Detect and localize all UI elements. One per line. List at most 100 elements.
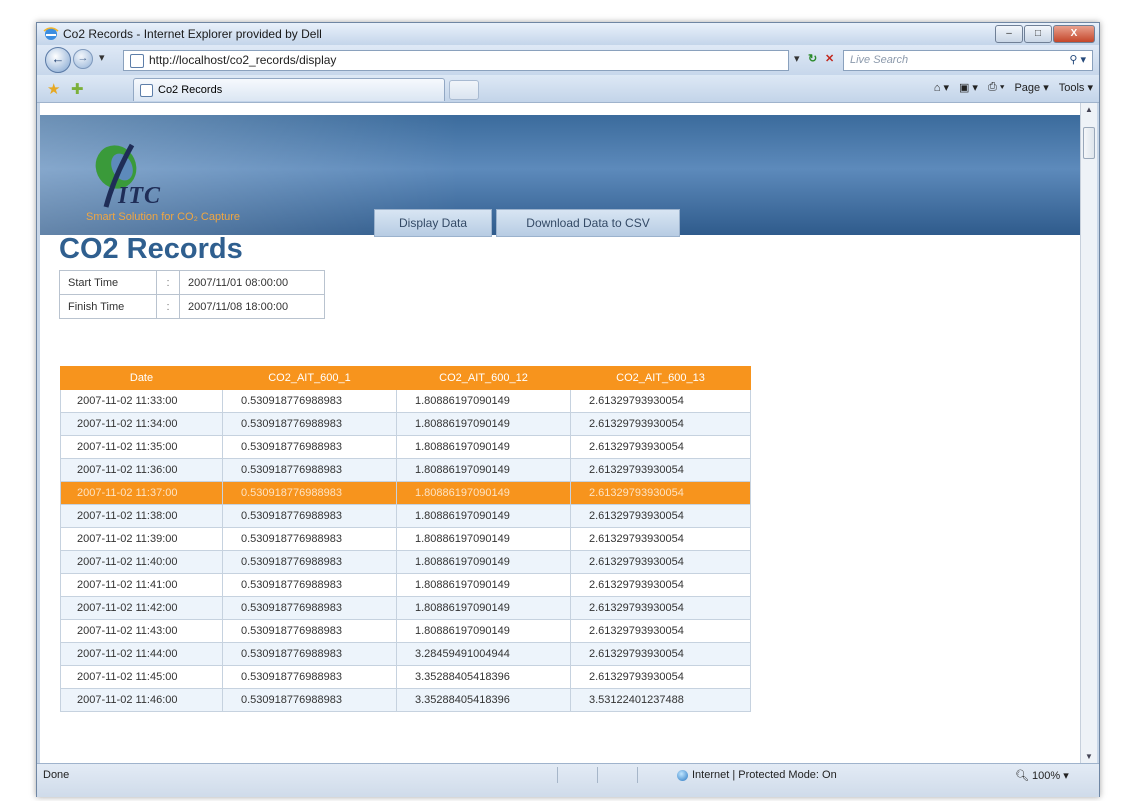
cell-ait-600-1: 0.530918776988983 <box>222 435 397 459</box>
history-dropdown-icon[interactable]: ▾ <box>99 51 105 64</box>
url-text: http://localhost/co2_records/display <box>149 53 337 67</box>
column-header-ait-600-13[interactable]: CO2_AIT_600_13 <box>570 366 751 390</box>
table-row[interactable]: 2007-11-02 11:45:00 0.530918776988983 3.35… <box>60 665 751 689</box>
cell-date: 2007-11-02 11:34:00 <box>60 412 223 436</box>
start-time-value: 2007/11/01 08:00:00 <box>179 270 325 295</box>
tab-page-icon <box>140 84 153 97</box>
vertical-scrollbar[interactable]: ▲ ▼ <box>1080 103 1097 763</box>
finish-time-label: Finish Time <box>59 294 157 319</box>
tagline: Smart Solution for CO₂ Capture <box>86 211 241 223</box>
column-header-date[interactable]: Date <box>60 366 223 390</box>
cell-date: 2007-11-02 11:35:00 <box>60 435 223 459</box>
command-bar: ⌂ ▾ ▣ ▾ ⎙ ▾ Page ▾ Tools ▾ <box>934 81 1093 94</box>
column-header-ait-600-12[interactable]: CO2_AIT_600_12 <box>396 366 571 390</box>
window-controls: – □ X <box>995 25 1095 43</box>
page-content: ITC Smart Solution for CO₂ Capture Displ… <box>40 103 1080 763</box>
cell-ait-600-12: 1.80886197090149 <box>396 619 571 643</box>
tab-label: Co2 Records <box>158 84 223 96</box>
cell-date: 2007-11-02 11:38:00 <box>60 504 223 528</box>
start-time-row: Start Time : 2007/11/01 08:00:00 <box>59 270 325 295</box>
cell-date: 2007-11-02 11:33:00 <box>60 389 223 413</box>
window-title: Co2 Records - Internet Explorer provided… <box>63 27 322 41</box>
finish-time-sep: : <box>156 294 180 319</box>
cell-ait-600-12: 1.80886197090149 <box>396 435 571 459</box>
print-icon[interactable]: ⎙ ▾ <box>988 81 1004 94</box>
status-text: Done <box>43 769 70 781</box>
column-header-ait-600-1[interactable]: CO2_AIT_600_1 <box>222 366 397 390</box>
tools-menu[interactable]: Tools ▾ <box>1059 81 1093 94</box>
start-time-sep: : <box>156 270 180 295</box>
feeds-icon[interactable]: ▣ ▾ <box>959 81 978 94</box>
cell-ait-600-1: 0.530918776988983 <box>222 412 397 436</box>
table-header-row: Date CO2_AIT_600_1 CO2_AIT_600_12 CO2_AI… <box>60 366 751 390</box>
stop-icon[interactable]: ✕ <box>825 52 834 65</box>
add-favorites-icon[interactable]: ✚ <box>71 80 84 98</box>
page-title: CO2 Records <box>59 233 243 265</box>
favorites-star-icon[interactable]: ★ <box>47 80 60 98</box>
new-tab-button[interactable] <box>449 80 479 100</box>
cell-date: 2007-11-02 11:40:00 <box>60 550 223 574</box>
cell-ait-600-13: 2.61329793930054 <box>570 481 751 505</box>
cell-ait-600-13: 2.61329793930054 <box>570 665 751 689</box>
table-row[interactable]: 2007-11-02 11:33:00 0.530918776988983 1.80… <box>60 389 751 413</box>
cell-ait-600-13: 2.61329793930054 <box>570 389 751 413</box>
tab-co2-records[interactable]: Co2 Records <box>133 78 445 101</box>
table-row[interactable]: 2007-11-02 11:44:00 0.530918776988983 3.28… <box>60 642 751 666</box>
cell-ait-600-1: 0.530918776988983 <box>222 596 397 620</box>
nav-download-csv[interactable]: Download Data to CSV <box>496 209 680 237</box>
cell-date: 2007-11-02 11:39:00 <box>60 527 223 551</box>
status-bar: Done Internet | Protected Mode: On 🔍︎ 10… <box>37 763 1099 797</box>
table-row[interactable]: 2007-11-02 11:35:00 0.530918776988983 1.80… <box>60 435 751 459</box>
site-banner: ITC Smart Solution for CO₂ Capture Displ… <box>40 115 1080 237</box>
nav-display-data[interactable]: Display Data <box>374 209 492 237</box>
cell-ait-600-13: 2.61329793930054 <box>570 619 751 643</box>
page-menu[interactable]: Page ▾ <box>1014 81 1048 94</box>
start-time-label: Start Time <box>59 270 157 295</box>
table-row[interactable]: 2007-11-02 11:39:00 0.530918776988983 1.80… <box>60 527 751 551</box>
scroll-up-icon[interactable]: ▲ <box>1085 105 1093 114</box>
scroll-down-icon[interactable]: ▼ <box>1085 752 1093 761</box>
table-row[interactable]: 2007-11-02 11:37:00 0.530918776988983 1.80… <box>60 481 751 505</box>
search-input[interactable]: Live Search ⚲ ▾ <box>843 50 1093 71</box>
table-row[interactable]: 2007-11-02 11:43:00 0.530918776988983 1.80… <box>60 619 751 643</box>
cell-ait-600-13: 2.61329793930054 <box>570 642 751 666</box>
table-row[interactable]: 2007-11-02 11:41:00 0.530918776988983 1.80… <box>60 573 751 597</box>
minimize-button[interactable]: – <box>995 25 1023 43</box>
cell-date: 2007-11-02 11:42:00 <box>60 596 223 620</box>
address-field[interactable]: http://localhost/co2_records/display <box>123 50 789 71</box>
close-button[interactable]: X <box>1053 25 1095 43</box>
address-row: ← → ▾ http://localhost/co2_records/displ… <box>37 45 1099 75</box>
zoom-control[interactable]: 🔍︎ 100% ▾ <box>1015 769 1069 782</box>
table-row[interactable]: 2007-11-02 11:40:00 0.530918776988983 1.80… <box>60 550 751 574</box>
back-button[interactable]: ← <box>45 47 71 73</box>
cell-ait-600-12: 1.80886197090149 <box>396 504 571 528</box>
browser-window: Co2 Records - Internet Explorer provided… <box>36 22 1100 797</box>
cell-ait-600-13: 2.61329793930054 <box>570 412 751 436</box>
table-row[interactable]: 2007-11-02 11:34:00 0.530918776988983 1.80… <box>60 412 751 436</box>
security-zone[interactable]: Internet | Protected Mode: On <box>677 769 837 781</box>
table-row[interactable]: 2007-11-02 11:36:00 0.530918776988983 1.80… <box>60 458 751 482</box>
refresh-icon[interactable]: ↻ <box>808 52 817 65</box>
home-icon[interactable]: ⌂ ▾ <box>934 81 949 94</box>
time-range-table: Start Time : 2007/11/01 08:00:00 Finish … <box>59 270 325 319</box>
table-row[interactable]: 2007-11-02 11:42:00 0.530918776988983 1.80… <box>60 596 751 620</box>
table-row[interactable]: 2007-11-02 11:38:00 0.530918776988983 1.80… <box>60 504 751 528</box>
search-icon[interactable]: ⚲ ▾ <box>1063 51 1086 70</box>
page-icon <box>130 54 144 68</box>
zoom-level: 100% <box>1032 770 1061 782</box>
cell-date: 2007-11-02 11:46:00 <box>60 688 223 712</box>
cell-ait-600-12: 3.35288405418396 <box>396 665 571 689</box>
zone-text: Internet | Protected Mode: On <box>692 769 837 781</box>
title-bar: Co2 Records - Internet Explorer provided… <box>37 23 1099 45</box>
maximize-button[interactable]: □ <box>1024 25 1052 43</box>
address-dropdown-icon[interactable]: ▾ <box>794 52 800 65</box>
search-placeholder: Live Search <box>850 54 909 66</box>
forward-button[interactable]: → <box>73 49 93 69</box>
cell-ait-600-12: 1.80886197090149 <box>396 596 571 620</box>
table-row[interactable]: 2007-11-02 11:46:00 0.530918776988983 3.35… <box>60 688 751 712</box>
scrollbar-thumb[interactable] <box>1083 127 1095 159</box>
cell-ait-600-1: 0.530918776988983 <box>222 504 397 528</box>
table-body: 2007-11-02 11:33:00 0.530918776988983 1.80… <box>60 389 751 712</box>
records-table: Date CO2_AIT_600_1 CO2_AIT_600_12 CO2_AI… <box>60 366 751 712</box>
cell-date: 2007-11-02 11:37:00 <box>60 481 223 505</box>
